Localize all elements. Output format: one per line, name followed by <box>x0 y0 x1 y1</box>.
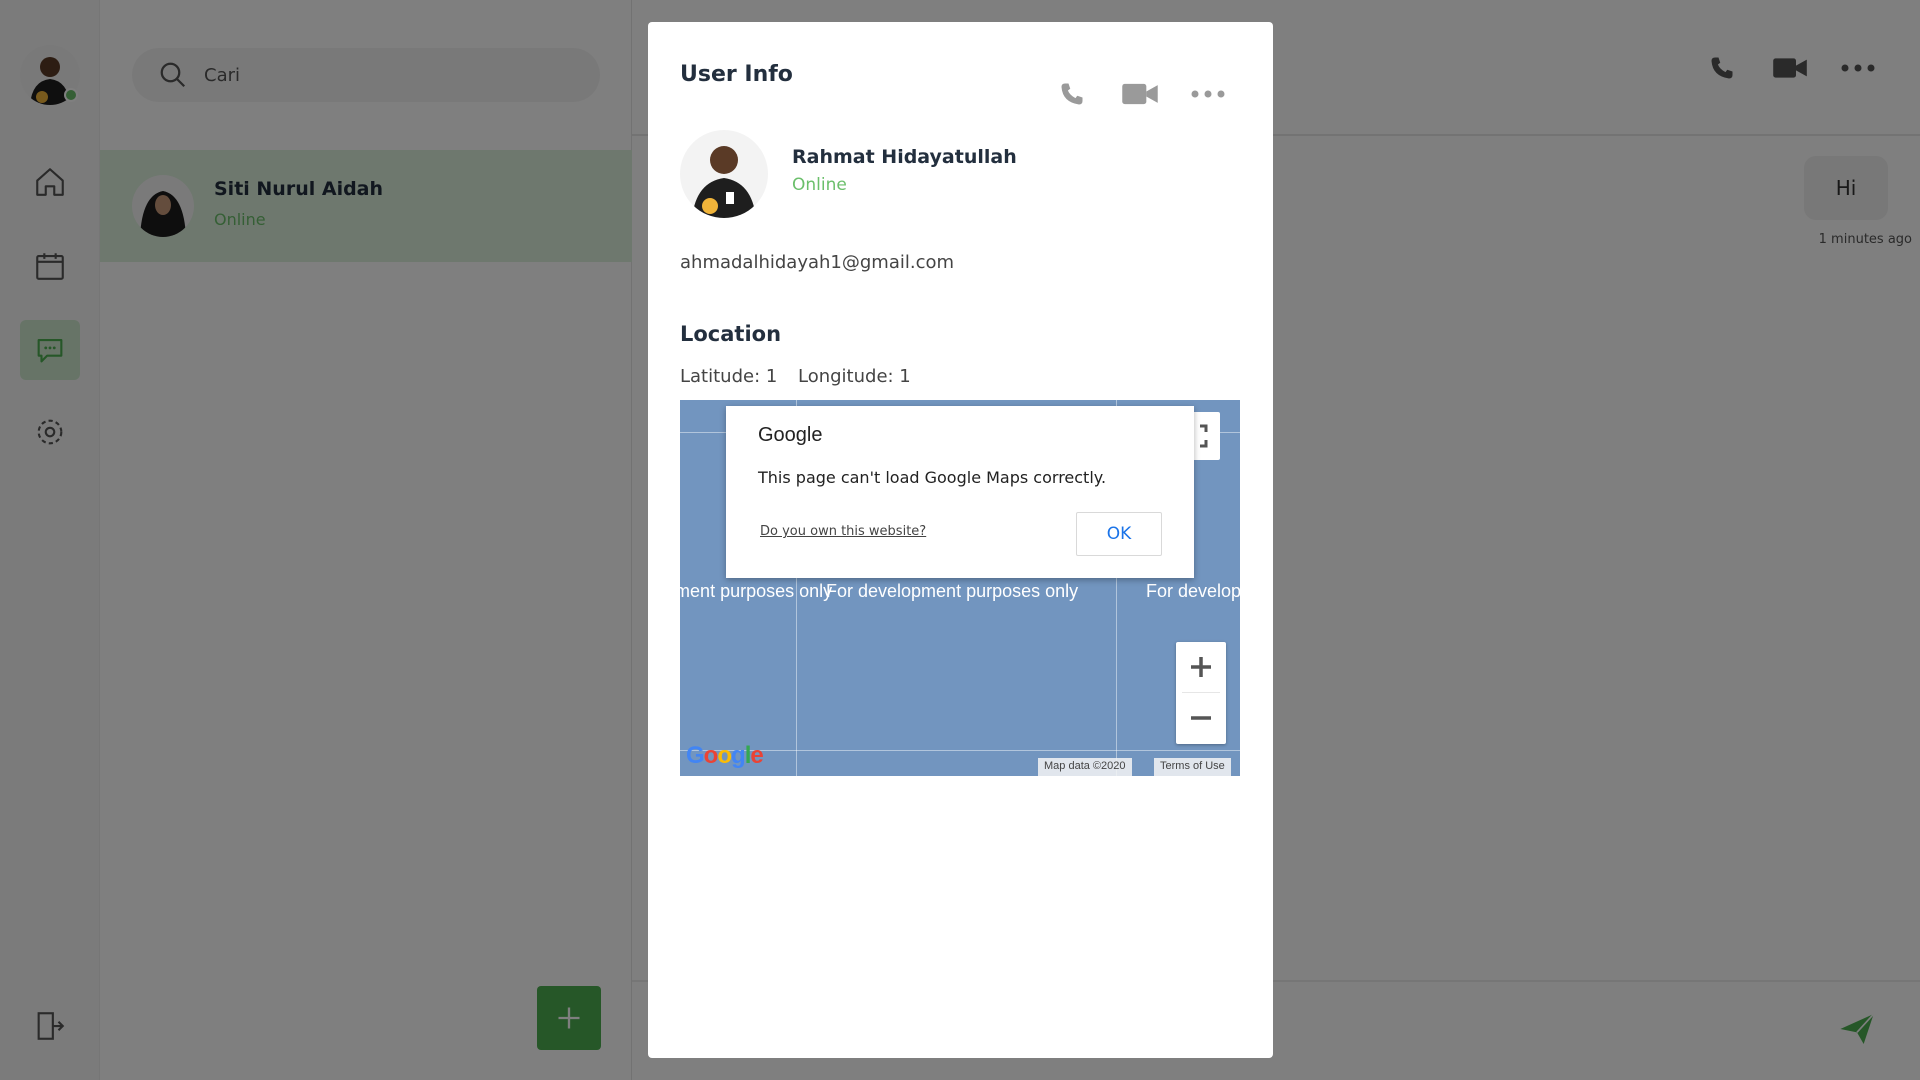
dialog-message: This page can't load Google Maps correct… <box>758 468 1107 487</box>
map-watermark: For development purposes only <box>1146 581 1240 601</box>
user-info-modal: User Info Rahmat Hidayatullah Online ahm… <box>648 22 1273 1058</box>
latitude-label: Latitude: 1 <box>680 366 778 387</box>
more-icon <box>1191 90 1225 98</box>
call-button[interactable] <box>1052 74 1092 114</box>
phone-icon <box>1061 83 1083 105</box>
profile-status: Online <box>792 175 847 195</box>
location-map[interactable]: For development purposes only For develo… <box>680 400 1240 776</box>
plus-icon <box>1191 657 1211 677</box>
google-logo[interactable]: Google <box>686 742 764 770</box>
ok-button[interactable]: OK <box>1076 512 1162 556</box>
zoom-control <box>1176 642 1226 744</box>
zoom-out-button[interactable] <box>1176 693 1226 743</box>
modal-title: User Info <box>680 62 793 87</box>
video-call-button[interactable] <box>1120 74 1160 114</box>
zoom-in-button[interactable] <box>1176 642 1226 692</box>
maps-error-dialog: Google This page can't load Google Maps … <box>726 406 1194 578</box>
longitude-label: Longitude: 1 <box>798 366 911 387</box>
map-watermark: For development purposes only <box>826 581 1079 601</box>
dialog-brand: Google <box>758 424 823 446</box>
profile-name: Rahmat Hidayatullah <box>792 146 1017 168</box>
terms-of-use-link[interactable]: Terms of Use <box>1154 758 1231 776</box>
map-attribution: Map data ©2020 <box>1038 758 1132 776</box>
more-options-button[interactable] <box>1188 74 1228 114</box>
video-camera-icon <box>1122 83 1158 105</box>
profile-email: ahmadalhidayah1@gmail.com <box>680 252 955 273</box>
location-heading: Location <box>680 322 782 346</box>
minus-icon <box>1191 716 1211 720</box>
own-website-link[interactable]: Do you own this website? <box>760 524 926 539</box>
map-grid-line <box>680 750 1240 751</box>
profile-avatar <box>680 130 768 218</box>
map-watermark: For development purposes only <box>680 581 833 601</box>
